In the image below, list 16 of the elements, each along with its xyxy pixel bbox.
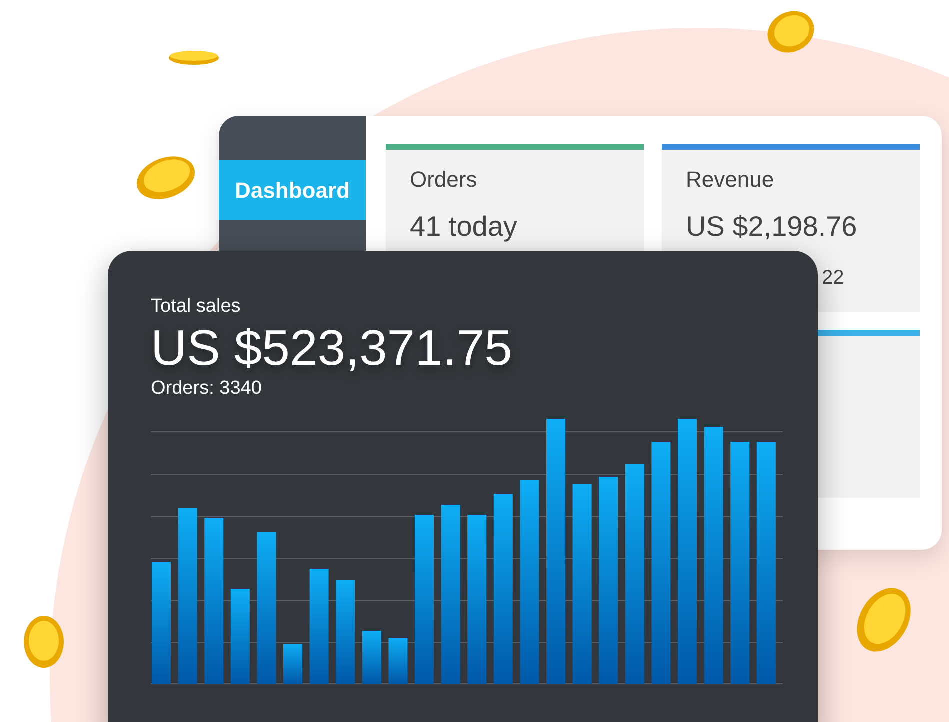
- sales-amount: US $523,371.75: [151, 319, 512, 377]
- card-detail: 22: [822, 266, 844, 290]
- chart-bar: [362, 631, 382, 684]
- chart-bar: [284, 644, 302, 684]
- card-value: US $2,198.76: [686, 210, 858, 244]
- card-title: Revenue: [686, 166, 774, 194]
- coin-icon: [22, 614, 66, 670]
- card-value: 41 today: [410, 210, 518, 244]
- chart-bar: [388, 638, 408, 684]
- orders-count: Orders: 3340: [151, 377, 262, 401]
- coin-icon: [134, 154, 198, 202]
- sales-title: Total sales: [151, 295, 242, 319]
- coin-icon: [168, 48, 220, 68]
- sidebar-item[interactable]: Dashboard: [219, 160, 366, 220]
- card-title: Orders: [410, 166, 478, 194]
- coin-icon: [765, 8, 817, 56]
